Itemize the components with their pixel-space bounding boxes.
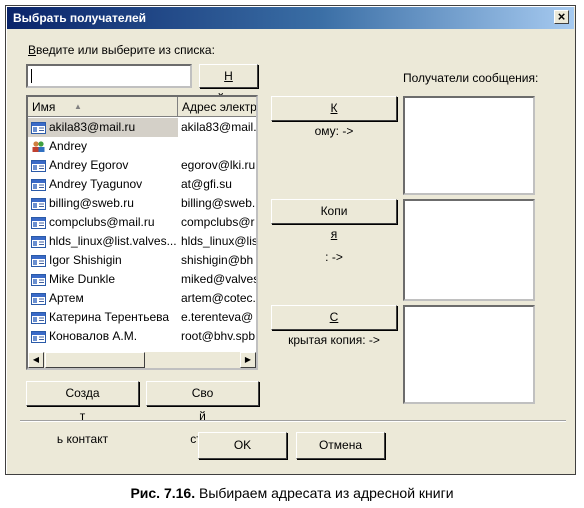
list-item[interactable]: Andrey Tyagunov at@gfi.su [28,175,256,194]
bcc-button[interactable]: Скрытая копия: -> [271,305,397,347]
contact-card-icon [31,235,46,248]
contact-card-icon [31,292,46,305]
properties-button[interactable]: Свойства [146,381,259,446]
contact-name-cell: compclubs@mail.ru [28,213,178,232]
scroll-left-icon[interactable]: ◀ [28,352,44,368]
to-recipients-box[interactable] [403,96,535,195]
separator [20,420,566,422]
list-item[interactable]: Andrey Egorov egorov@lki.ru [28,156,256,175]
contact-card-icon [31,216,46,229]
dialog-title: Выбрать получателей [13,11,147,25]
list-item[interactable]: Катерина Терентьева e.terenteva@ [28,308,256,327]
contacts-list[interactable]: Имя ▲ Адрес электр akila83@mail.ru akila8… [26,95,258,370]
contact-name-cell: Катерина Терентьева [28,308,178,327]
contact-card-icon [31,159,46,172]
contact-card-icon [31,254,46,267]
create-contact-button[interactable]: Созда т ь контакт [26,381,139,446]
contact-name-cell: Mike Dunkle [28,270,178,289]
list-item[interactable]: Коновалов А.М. root@bhv.spb [28,327,256,346]
recipients-label: Получатели сообщения: [403,71,539,85]
cancel-button[interactable]: Отмена [296,432,385,459]
contact-address-cell: billing@sweb. [181,196,256,210]
contact-address-cell: root@bhv.spb [181,329,255,343]
list-item[interactable]: Andrey [28,137,256,156]
contact-name-cell: Andrey Tyagunov [28,175,178,194]
contact-address-cell: egorov@lki.ru [181,158,256,172]
bcc-recipients-box[interactable] [403,305,535,404]
contact-name-cell: hlds_linux@list.valves... [28,232,178,251]
list-header: Имя ▲ Адрес электр [28,97,256,117]
contact-address-cell [181,137,256,156]
contact-name-cell: Артем [28,289,178,308]
list-item[interactable]: compclubs@mail.ru compclubs@r [28,213,256,232]
column-header-address[interactable]: Адрес электр [178,97,256,117]
cc-button[interactable]: Копи я: -> [271,199,397,264]
list-item[interactable]: billing@sweb.ru billing@sweb. [28,194,256,213]
contact-name-cell: Igor Shishigin [28,251,178,270]
contact-address-cell: akila83@mail.ru [181,120,256,134]
contact-name-cell: Коновалов А.М. [28,327,178,346]
contact-address-cell: compclubs@r [181,215,255,229]
contact-card-icon [31,197,46,210]
contact-name-cell: akila83@mail.ru [28,118,178,137]
contact-address-cell: miked@valves [181,272,256,286]
contact-address-cell: artem@cotec. [181,291,256,305]
contact-group-icon [31,140,46,152]
contact-name-cell: billing@sweb.ru [28,194,178,213]
contact-card-icon [31,178,46,191]
contact-card-icon [31,273,46,286]
contact-card-icon [31,311,46,324]
list-item[interactable]: Igor Shishigin shishigin@bh [28,251,256,270]
horizontal-scrollbar[interactable]: ◀ ▶ [28,352,256,368]
text-caret [31,69,32,83]
cc-recipients-box[interactable] [403,199,535,301]
ok-button[interactable]: OK [198,432,287,459]
contact-address-cell: shishigin@bh [181,253,254,267]
scroll-right-icon[interactable]: ▶ [240,352,256,368]
contact-name-cell: Andrey Egorov [28,156,178,175]
contact-card-icon [31,330,46,343]
contact-address-cell: hlds_linux@lis [181,234,256,248]
list-item[interactable]: akila83@mail.ruakila83@mail.ru [28,118,256,137]
contact-address-cell: e.terenteva@ [181,310,254,324]
scroll-thumb[interactable] [45,352,145,368]
list-item[interactable]: hlds_linux@list.valves... hlds_linux@lis [28,232,256,251]
find-button[interactable]: Найти... [199,64,258,105]
contact-name-cell: Andrey [28,137,178,156]
figure-caption: Рис. 7.16. Выбираем адресата из адресной… [130,485,454,501]
contact-card-icon [31,121,46,134]
list-item[interactable]: Артем artem@cotec. [28,289,256,308]
search-input[interactable] [26,64,192,88]
close-button[interactable]: × [554,10,569,24]
close-icon: × [557,9,566,24]
list-item[interactable]: Mike Dunkle miked@valves [28,270,256,289]
search-label: Введите или выберите из списка: [28,43,215,57]
sort-up-icon: ▲ [74,102,82,111]
to-button[interactable]: Кому: -> [271,96,397,138]
title-bar: Выбрать получателей × [7,7,574,29]
column-header-name[interactable]: Имя ▲ [28,97,178,117]
contact-address-cell: at@gfi.su [181,177,232,191]
